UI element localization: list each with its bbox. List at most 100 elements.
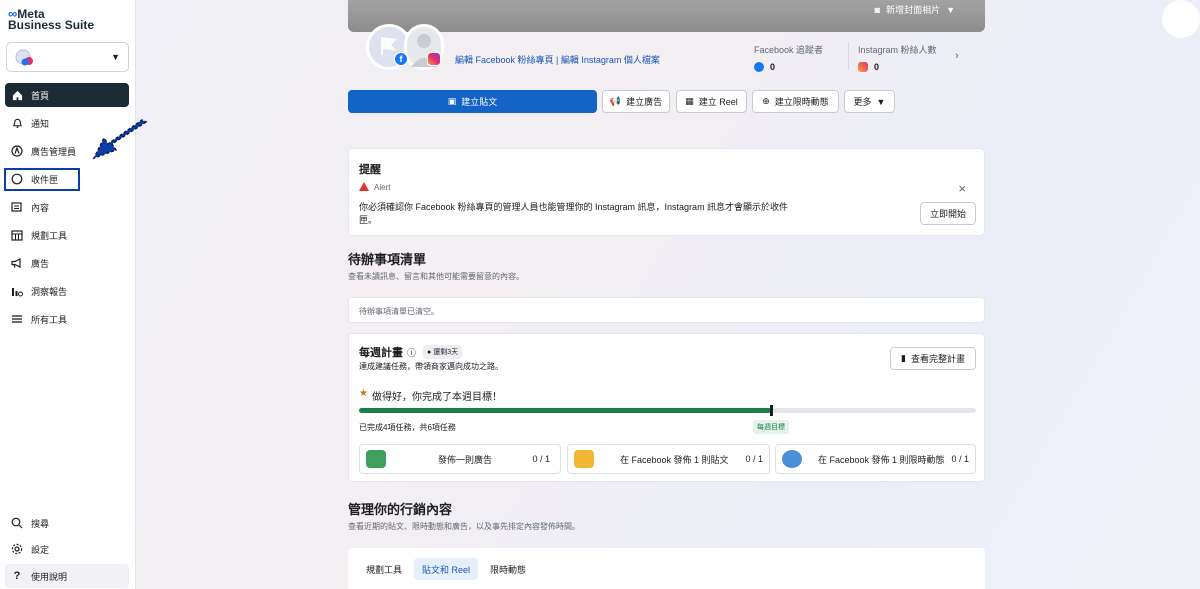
sidebar-item-content[interactable]: 內容 (5, 195, 129, 219)
sidebar: ∞Meta Business Suite ▼ 首頁 通知 廣告管理員 收件匣 內… (0, 0, 136, 589)
view-full-plan-button[interactable]: ▮ 查看完整計畫 (890, 347, 976, 370)
corner-decoration (1162, 0, 1200, 38)
meta-logo[interactable]: ∞Meta Business Suite (8, 7, 95, 32)
sidebar-item-home[interactable]: 首頁 (5, 83, 129, 107)
create-story-button[interactable]: ⊕ 建立限時動態 (752, 90, 839, 113)
search-icon (11, 517, 23, 529)
button-label: 建立廣告 (626, 97, 663, 107)
weekly-done-message: 做得好，你完成了本週目標！ (371, 392, 502, 403)
create-post-button[interactable]: ▣ 建立貼文 (348, 90, 597, 113)
close-icon[interactable]: × (958, 181, 966, 196)
megaphone-icon (11, 257, 23, 269)
info-icon[interactable]: ⓘ (407, 346, 416, 359)
todo-empty-message: 待辦事項清單已清空。 (359, 307, 439, 316)
caret-down-icon: ▼ (111, 52, 120, 62)
progress-marker (769, 405, 773, 416)
button-label: 立即開始 (929, 209, 966, 219)
caret-down-icon: ▼ (946, 4, 955, 15)
post-icon: ▣ (447, 96, 457, 106)
task-count: 0 / 1 (532, 454, 550, 464)
task-item[interactable]: 在 Facebook 發佈 1 則貼文 0 / 1 (567, 444, 770, 474)
gear-icon (11, 543, 23, 555)
tab-planner[interactable]: 規劃工具 (358, 558, 410, 580)
todo-title: 待辦事項清單 (348, 252, 427, 267)
cover-photo: ◙ 新增封面相片 ▼ (348, 0, 985, 32)
button-label: 更多 (853, 97, 872, 107)
sidebar-item-all-tools[interactable]: 所有工具 (5, 307, 129, 331)
create-ad-button[interactable]: 📢 建立廣告 (602, 90, 670, 113)
sidebar-item-label: 使用說明 (31, 571, 68, 582)
stat-value: 0 (770, 62, 776, 72)
weekly-plan-card: 每週計畫 ⓘ ● 還剩3天 達成建議任務，帶領商家邁向成功之路。 ▮ 查看完整計畫 … (348, 333, 985, 482)
sidebar-item-insights[interactable]: 洞察報告 (5, 279, 129, 303)
chevron-right-icon[interactable]: › (955, 50, 959, 62)
add-cover-label: 新增封面相片 (886, 5, 941, 15)
button-label: 建立貼文 (461, 97, 498, 107)
instagram-followers-stat: Instagram 粉絲人數 0 (858, 43, 937, 72)
sidebar-item-label: 內容 (31, 202, 50, 213)
weekly-progress-bar (359, 405, 976, 416)
tab-stories[interactable]: 限時動態 (482, 558, 534, 580)
sidebar-item-settings[interactable]: 設定 (5, 537, 129, 561)
document-icon: ▮ (901, 353, 906, 363)
sidebar-item-label: 洞察報告 (31, 286, 68, 297)
task-label: 在 Facebook 發佈 1 則貼文 (620, 454, 729, 465)
bell-icon (11, 117, 23, 129)
facebook-followers-stat: Facebook 追蹤者 0 (754, 43, 823, 72)
edit-instagram-profile-link[interactable]: 編輯 Instagram 個人檔案 (561, 55, 660, 65)
start-now-button[interactable]: 立即開始 (920, 202, 976, 225)
sidebar-item-label: 廣告管理員 (31, 146, 77, 157)
more-button[interactable]: 更多 ▼ (844, 90, 895, 113)
brand-line2: Business Suite (8, 18, 95, 32)
reminder-title: 提醒 (359, 164, 381, 176)
insights-icon (11, 285, 23, 297)
link-separator: | (556, 55, 559, 65)
calendar-icon (11, 229, 23, 241)
marketing-title: 管理你的行銷內容 (348, 502, 453, 517)
weekly-plan-title: 每週計畫 (359, 347, 403, 359)
plus-circle-icon: ⊕ (762, 96, 770, 106)
account-switcher[interactable]: ▼ (6, 42, 129, 72)
days-left-chip: ● 還剩3天 (423, 345, 463, 359)
sidebar-item-label: 搜尋 (31, 518, 50, 529)
marketing-tabbar: 規劃工具 貼文和 Reel 限時動態 (348, 548, 985, 589)
weekly-plan-subtitle: 達成建議任務，帶領商家邁向成功之路。 (359, 362, 503, 371)
story-icon (782, 450, 802, 468)
tab-posts-reels[interactable]: 貼文和 Reel (414, 558, 479, 580)
sidebar-item-label: 通知 (31, 118, 50, 129)
task-label: 發佈一則廣告 (438, 454, 493, 465)
reel-icon: ▦ (685, 96, 694, 106)
pointer-arrow-icon (92, 119, 148, 160)
task-count: 0 / 1 (745, 454, 763, 464)
sidebar-item-help[interactable]: ? 使用說明 (5, 564, 129, 588)
todo-card: 待辦事項清單已清空。 (348, 297, 985, 323)
task-label: 在 Facebook 發佈 1 則限時動態 (818, 454, 945, 465)
sidebar-item-label: 規劃工具 (31, 230, 68, 241)
alert-label: Alert (374, 183, 391, 192)
sidebar-item-search[interactable]: 搜尋 (5, 511, 129, 535)
home-icon (11, 89, 23, 101)
edit-facebook-page-link[interactable]: 編輯 Facebook 粉絲專頁 (455, 55, 554, 65)
account-avatar-icon (15, 49, 33, 66)
clock-icon: ● (427, 348, 432, 356)
instagram-icon (858, 62, 868, 72)
task-item[interactable]: 發佈一則廣告 0 / 1 (359, 444, 561, 474)
profile-edit-links: 編輯 Facebook 粉絲專頁 | 編輯 Instagram 個人檔案 (455, 53, 660, 66)
camera-icon: ◙ (874, 4, 881, 15)
star-icon: ★ (359, 388, 368, 399)
button-label: 查看完整計畫 (910, 354, 965, 364)
task-item[interactable]: 在 Facebook 發佈 1 則限時動態 0 / 1 (775, 444, 976, 474)
stat-label: Facebook 追蹤者 (754, 45, 824, 55)
stat-value: 0 (874, 62, 880, 72)
alert-icon (359, 182, 369, 191)
reminder-message: 你必須確認你 Facebook 粉絲專頁的管理人員也能管理你的 Instagra… (359, 202, 789, 225)
add-cover-photo-button[interactable]: ◙ 新增封面相片 ▼ (875, 3, 955, 16)
sidebar-item-ads[interactable]: 廣告 (5, 251, 129, 275)
create-reel-button[interactable]: ▦ 建立 Reel (676, 90, 747, 113)
sidebar-item-planner[interactable]: 規劃工具 (5, 223, 129, 247)
ad-chart-icon (366, 450, 386, 468)
weekly-goal-badge: 每週目標 (753, 420, 789, 434)
marketing-subtitle: 查看近期的貼文、限時動態和廣告，以及事先排定內容發佈時間。 (348, 522, 580, 531)
sidebar-item-label: 廣告 (31, 258, 50, 269)
sidebar-item-label: 所有工具 (31, 314, 68, 325)
